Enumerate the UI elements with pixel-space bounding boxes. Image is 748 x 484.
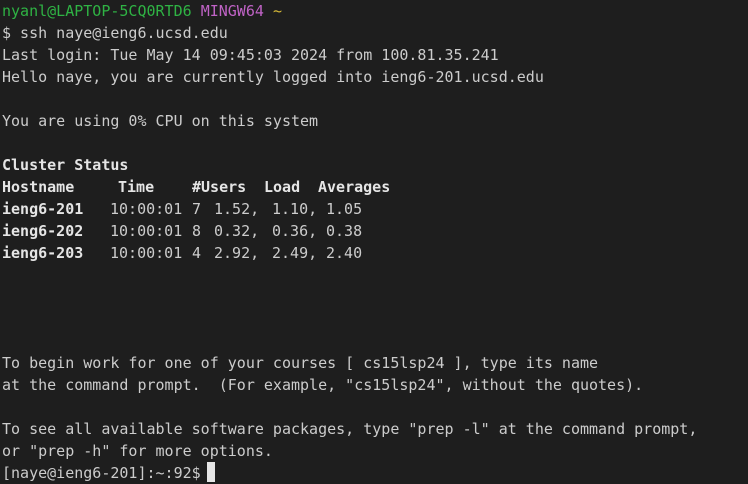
prep-line-1: To see all available software packages, … — [2, 420, 698, 438]
table-row: ieng6-201 10:00:01 7 1.52, 1.10, 1.05 — [2, 198, 748, 220]
cpu-usage-line: You are using 0% CPU on this system — [2, 112, 319, 130]
row-load-5: 1.10, — [272, 200, 318, 218]
env-name: MINGW64 — [200, 2, 264, 20]
terminal-window[interactable]: nyanl@LAPTOP-5CQ0RTD6 MINGW64 ~ $ ssh na… — [0, 0, 748, 482]
cluster-status-title: Cluster Status — [2, 156, 129, 174]
ssh-command: $ ssh naye@ieng6.ucsd.edu — [2, 24, 228, 42]
current-path: ~ — [272, 2, 282, 20]
row-load-1: 1.52, — [214, 200, 260, 218]
header-time: Time — [118, 178, 155, 196]
row-users: 4 — [192, 244, 202, 262]
row-users: 8 — [192, 222, 202, 240]
row-load-1: 0.32, — [214, 222, 260, 240]
hello-line: Hello naye, you are currently logged int… — [2, 68, 544, 86]
table-row: ieng6-202 10:00:01 8 0.32, 0.36, 0.38 — [2, 220, 748, 242]
cluster-header-row: Hostname Time #Users Load Averages — [2, 176, 748, 198]
header-hostname: Hostname — [2, 178, 75, 196]
table-row: ieng6-203 10:00:01 4 2.92, 2.49, 2.40 — [2, 242, 748, 264]
row-hostname: ieng6-203 — [2, 244, 84, 262]
row-hostname: ieng6-201 — [2, 200, 84, 218]
courses-line-2: at the command prompt. (For example, "cs… — [2, 376, 644, 394]
header-load: Load — [264, 178, 301, 196]
header-users: #Users — [192, 178, 247, 196]
courses-line-1: To begin work for one of your courses [ … — [2, 354, 599, 372]
row-time: 10:00:01 — [110, 244, 183, 262]
row-load-5: 2.49, — [272, 244, 318, 262]
row-load-1: 2.92, — [214, 244, 260, 262]
row-hostname: ieng6-202 — [2, 222, 84, 240]
text-cursor[interactable] — [206, 462, 215, 482]
row-time: 10:00:01 — [110, 200, 183, 218]
row-load-15: 0.38 — [326, 222, 363, 240]
local-prompt-header: nyanl@LAPTOP-5CQ0RTD6 MINGW64 ~ — [2, 0, 748, 22]
row-load-5: 0.36, — [272, 222, 318, 240]
last-login-line: Last login: Tue May 14 09:45:03 2024 fro… — [2, 46, 499, 64]
row-load-15: 1.05 — [326, 200, 363, 218]
header-averages: Averages — [318, 178, 391, 196]
row-users: 7 — [192, 200, 202, 218]
prep-line-2: or "prep -h" for more options. — [2, 442, 273, 460]
user-host: nyanl@LAPTOP-5CQ0RTD6 — [2, 2, 192, 20]
row-load-15: 2.40 — [326, 244, 363, 262]
row-time: 10:00:01 — [110, 222, 183, 240]
remote-prompt-line[interactable]: [naye@ieng6-201]:~:92$ — [2, 462, 748, 484]
